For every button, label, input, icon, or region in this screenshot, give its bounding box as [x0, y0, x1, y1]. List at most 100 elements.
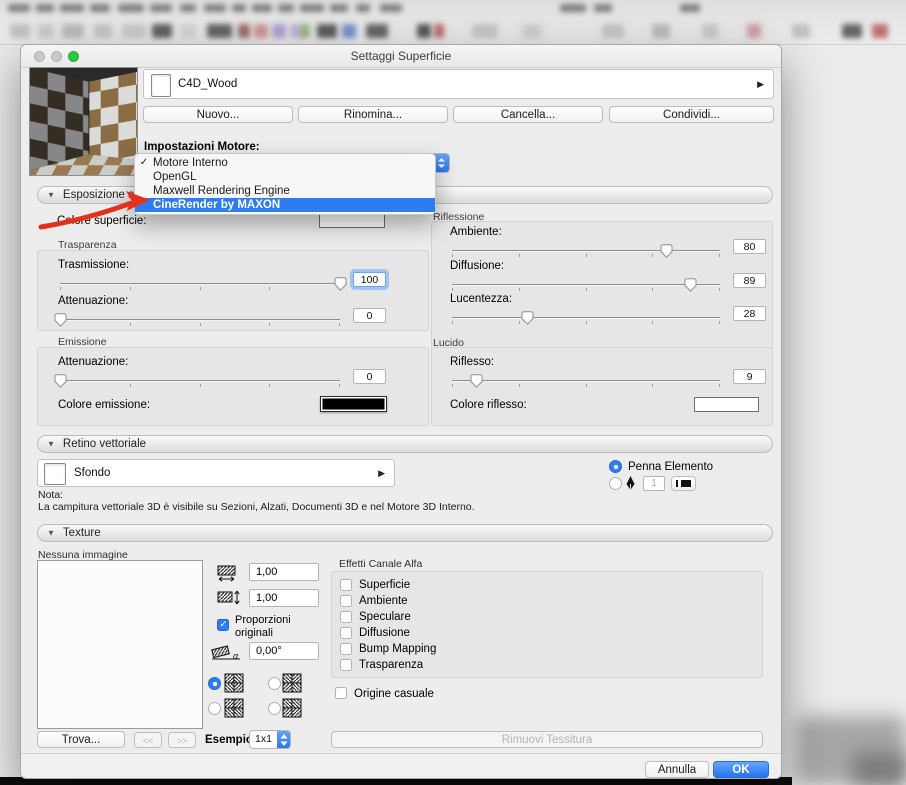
mirror-pattern-4-icon [282, 698, 302, 718]
slider-thumb[interactable] [521, 311, 534, 325]
slider-track[interactable] [60, 283, 340, 284]
delete-button[interactable]: Cancella... [453, 106, 603, 123]
engine-dropdown-menu[interactable]: ✓Motore InternoOpenGLMaxwell Rendering E… [134, 153, 436, 215]
slider-value-field[interactable]: 28 [733, 306, 766, 321]
surface-settings-dialog: Settaggi Superficie [20, 44, 782, 779]
find-button[interactable]: Trova... [37, 731, 125, 748]
custom-pen-radio[interactable] [609, 477, 622, 490]
slider-value-field[interactable]: 0 [353, 369, 386, 384]
alpha-option-row[interactable]: Superficie [340, 578, 410, 592]
texture-width-field[interactable]: 1,00 [249, 563, 319, 581]
checkbox[interactable] [340, 643, 352, 655]
slider-track[interactable] [452, 284, 720, 285]
emission-attenuation-slider-row[interactable]: Attenuazione:0 [58, 356, 386, 394]
engine-menu-item[interactable]: CineRender by MAXON [135, 198, 435, 212]
section-header-vector-hatch[interactable]: ▼ Retino vettoriale [37, 435, 773, 453]
pen-element-radio[interactable] [609, 460, 622, 473]
slider-track[interactable] [60, 319, 340, 320]
reflex-color-swatch[interactable] [694, 397, 759, 412]
new-button[interactable]: Nuovo... [143, 106, 293, 123]
pen-icon [625, 475, 636, 491]
slider-thumb[interactable] [54, 374, 67, 388]
ambient-slider-row[interactable]: Ambiente:80 [450, 226, 766, 264]
alpha-option-row[interactable]: Bump Mapping [340, 642, 436, 656]
ok-button[interactable]: OK [713, 761, 769, 778]
material-preview [29, 67, 138, 176]
alpha-option-row[interactable]: Diffusione [340, 626, 410, 640]
next-texture-button[interactable]: >> [168, 732, 196, 748]
slider-track-area[interactable] [452, 377, 720, 387]
keep-proportions-checkbox[interactable] [217, 619, 229, 631]
texture-height-field[interactable]: 1,00 [249, 589, 319, 607]
texture-width-icon [217, 565, 241, 582]
slider-track-area[interactable] [452, 314, 720, 324]
slider-label: Trasmissione: [58, 259, 129, 271]
mirror-option-2-radio[interactable] [268, 677, 281, 690]
engine-menu-item[interactable]: OpenGL [135, 170, 435, 184]
slider-thumb[interactable] [684, 278, 697, 292]
pen-color-button[interactable] [671, 476, 696, 491]
pen-number-field[interactable]: 1 [643, 476, 665, 491]
mirror-option-1-radio[interactable] [208, 677, 221, 690]
attenuation-slider-row[interactable]: Attenuazione:0 [58, 295, 386, 333]
slider-track[interactable] [452, 250, 720, 251]
hatch-dropdown[interactable]: Sfondo ▶ [37, 459, 395, 487]
reflex-color-label: Colore riflesso: [450, 399, 527, 411]
mirror-option-4-radio[interactable] [268, 702, 281, 715]
sample-stepper[interactable]: 1x1 [249, 730, 291, 749]
remove-texture-button[interactable]: Rimuovi Tessitura [331, 731, 763, 748]
prev-texture-button[interactable]: << [134, 732, 162, 748]
engine-menu-item-label: OpenGL [153, 170, 196, 184]
checkbox[interactable] [340, 595, 352, 607]
disclosure-triangle-icon: ▼ [47, 439, 55, 448]
slider-thumb[interactable] [334, 277, 347, 291]
engine-menu-item[interactable]: ✓Motore Interno [135, 156, 435, 170]
rename-button[interactable]: Rinomina... [298, 106, 448, 123]
share-button[interactable]: Condividi... [609, 106, 774, 123]
menu-checkmark-icon [135, 170, 153, 184]
cancel-button[interactable]: Annulla [645, 761, 709, 778]
slider-value-field[interactable]: 0 [353, 308, 386, 323]
alpha-option-row[interactable]: Ambiente [340, 594, 408, 608]
slider-track-area[interactable] [60, 316, 340, 326]
shininess-slider-row[interactable]: Lucentezza:28 [450, 293, 766, 331]
section-header-texture[interactable]: ▼ Texture [37, 524, 773, 542]
slider-track[interactable] [452, 380, 720, 381]
material-name-dropdown[interactable]: C4D_Wood ▶ [143, 69, 774, 99]
slider-label: Diffusione: [450, 260, 504, 272]
checkbox[interactable] [340, 659, 352, 671]
alpha-option-row[interactable]: Speculare [340, 610, 411, 624]
slider-thumb[interactable] [470, 374, 483, 388]
slider-track[interactable] [452, 317, 720, 318]
emission-color-swatch[interactable] [320, 396, 387, 412]
slider-value-field[interactable]: 9 [733, 369, 766, 384]
titlebar[interactable]: Settaggi Superficie [21, 45, 781, 68]
slider-value-field[interactable]: 89 [733, 273, 766, 288]
surface-color-swatch[interactable] [319, 213, 385, 228]
checkbox[interactable] [340, 627, 352, 639]
reflex-slider-row[interactable]: Riflesso:9 [450, 356, 766, 394]
transmission-slider-row[interactable]: Trasmissione: 100 [58, 259, 386, 297]
slider-value-field[interactable]: 80 [733, 239, 766, 254]
slider-track-area[interactable] [60, 377, 340, 387]
checkbox[interactable] [340, 611, 352, 623]
stepper-arrows-icon[interactable] [277, 731, 290, 748]
slider-track-area[interactable] [60, 280, 340, 290]
slider-value-field[interactable]: 100 [353, 272, 386, 287]
slider-thumb[interactable] [660, 244, 673, 258]
alpha-option-row[interactable]: Trasparenza [340, 658, 423, 672]
texture-angle-field[interactable]: 0,00° [249, 642, 319, 660]
slider-track-area[interactable] [452, 281, 720, 291]
minimize-button[interactable] [51, 51, 62, 62]
checkbox[interactable] [340, 579, 352, 591]
texture-image-preview [37, 560, 203, 729]
random-origin-checkbox[interactable] [335, 687, 347, 699]
zoom-button[interactable] [68, 51, 79, 62]
gloss-group: Riflesso:9 Colore riflesso: [431, 347, 773, 426]
slider-track[interactable] [60, 380, 340, 381]
close-button[interactable] [34, 51, 45, 62]
slider-track-area[interactable] [452, 247, 720, 257]
slider-thumb[interactable] [54, 313, 67, 327]
engine-menu-item[interactable]: Maxwell Rendering Engine [135, 184, 435, 198]
mirror-option-3-radio[interactable] [208, 702, 221, 715]
